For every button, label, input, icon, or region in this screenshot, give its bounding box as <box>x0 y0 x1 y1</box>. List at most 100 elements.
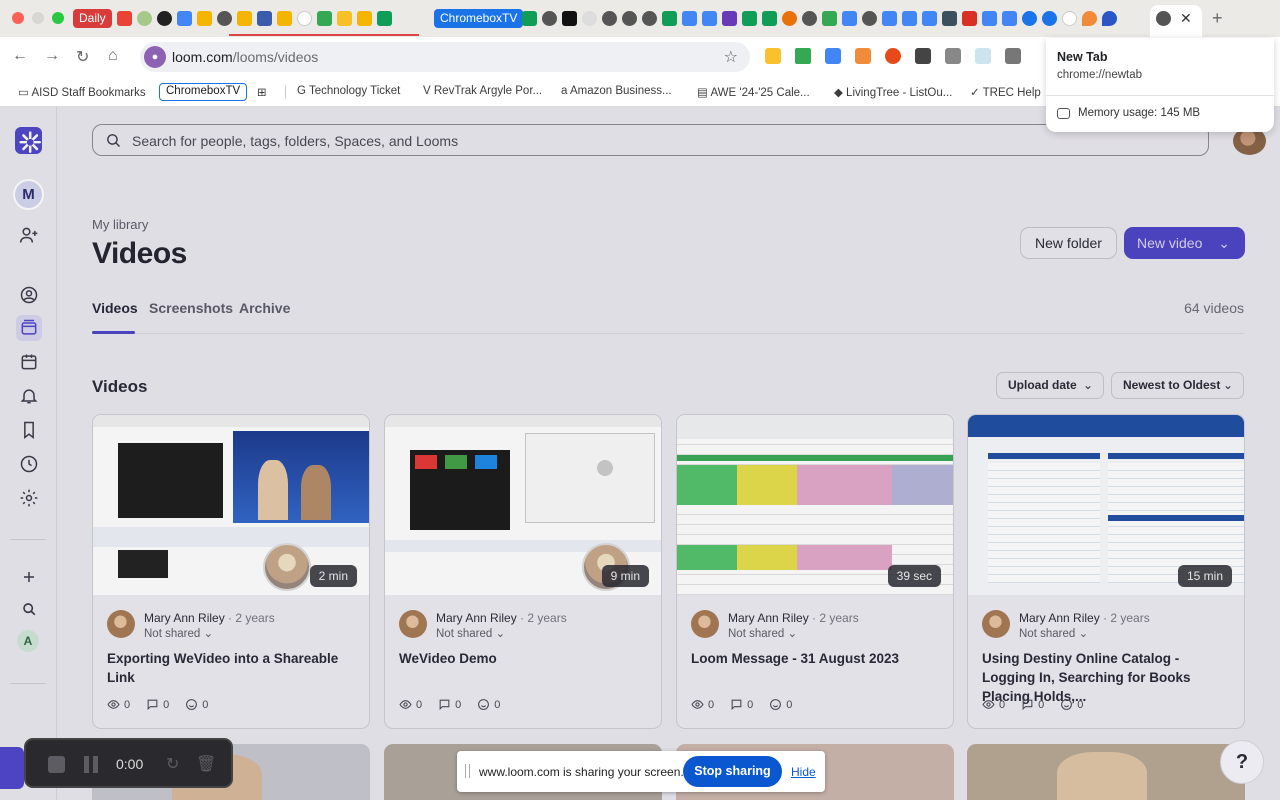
tab-icon[interactable] <box>337 11 352 26</box>
sheets-tab-icon[interactable] <box>742 11 757 26</box>
bookmark-item[interactable]: G Technology Ticket <box>297 85 400 97</box>
extension-icon[interactable] <box>945 48 961 64</box>
tab-icon[interactable] <box>137 11 152 26</box>
tab-icon[interactable] <box>257 11 272 26</box>
video-title[interactable]: Loom Message - 31 August 2023 <box>691 649 943 668</box>
tab-icon[interactable] <box>782 11 797 26</box>
hide-link[interactable]: Hide <box>791 765 816 779</box>
sheets-tab-icon[interactable] <box>522 11 537 26</box>
forms-tab-icon[interactable] <box>722 11 737 26</box>
bookmark-item[interactable]: V RevTrak Argyle Por... <box>423 85 542 97</box>
tab-icon[interactable] <box>217 11 232 26</box>
forward-arrow-icon[interactable]: → <box>44 47 60 65</box>
bookmark-icon[interactable] <box>16 417 42 443</box>
loom-logo[interactable] <box>15 127 42 154</box>
add-icon[interactable] <box>16 564 42 590</box>
tab-icon[interactable] <box>802 11 817 26</box>
search-icon[interactable] <box>16 596 42 622</box>
member-avatar[interactable]: A <box>17 630 39 652</box>
drive-tab-icon[interactable] <box>822 11 837 26</box>
drive-tab-icon[interactable] <box>317 11 332 26</box>
sort-field-dropdown[interactable]: Upload date ⌄ <box>996 372 1104 399</box>
docs-tab-icon[interactable] <box>702 11 717 26</box>
tab-icon[interactable] <box>542 11 557 26</box>
library-icon[interactable] <box>16 315 42 341</box>
help-button[interactable]: ? <box>1220 740 1264 784</box>
video-card[interactable]: 15 min Mary Ann Riley · 2 years Not shar… <box>967 414 1245 729</box>
docs-tab-icon[interactable] <box>1002 11 1017 26</box>
tab-icon[interactable] <box>622 11 637 26</box>
sheets-tab-icon[interactable] <box>762 11 777 26</box>
new-tab-button[interactable]: + <box>1212 8 1223 29</box>
tab-screenshots[interactable]: Screenshots <box>149 300 233 316</box>
avatar[interactable] <box>107 610 135 638</box>
share-status-dropdown[interactable]: Not shared ⌄ <box>436 626 505 640</box>
extension-icon[interactable] <box>765 48 781 64</box>
back-arrow-icon[interactable]: ← <box>12 47 28 65</box>
new-video-button[interactable]: New video ⌄ <box>1124 227 1245 259</box>
extension-icon[interactable] <box>855 48 871 64</box>
extension-icon[interactable] <box>1005 48 1021 64</box>
tab-icon[interactable] <box>1022 11 1037 26</box>
gear-icon[interactable] <box>16 485 42 511</box>
history-icon[interactable] <box>16 451 42 477</box>
bookmark-item[interactable]: ✓ TREC Help <box>970 85 1041 99</box>
trash-icon[interactable]: 🗑 <box>196 754 216 774</box>
tab-icon[interactable] <box>562 11 577 26</box>
bookmark-item[interactable]: ▤ AWE '24-'25 Cale... <box>697 85 810 99</box>
home-icon[interactable]: ⌂ <box>108 47 118 65</box>
bookmark-star-icon[interactable]: ☆ <box>724 47 738 67</box>
avatar[interactable] <box>691 610 719 638</box>
tab-archive[interactable]: Archive <box>239 300 290 316</box>
tab-group-chromeboxtv[interactable]: ChromeboxTV <box>434 9 524 28</box>
bookmark-item[interactable]: ◆ LivingTree - ListOu... <box>834 85 952 99</box>
slides-tab-icon[interactable] <box>237 11 252 26</box>
close-tab-icon[interactable]: ✕ <box>1180 10 1192 27</box>
share-status-dropdown[interactable]: Not shared ⌄ <box>144 626 213 640</box>
new-folder-button[interactable]: New folder <box>1020 227 1117 259</box>
pause-icon[interactable] <box>84 756 98 773</box>
slides-tab-icon[interactable] <box>277 11 292 26</box>
docs-tab-icon[interactable] <box>882 11 897 26</box>
stop-recording-button[interactable] <box>48 756 65 773</box>
bookmark-chromeboxtv[interactable]: ChromeboxTV <box>159 83 248 101</box>
site-info-icon[interactable]: ● <box>144 46 166 68</box>
breadcrumb[interactable]: My library <box>92 217 148 232</box>
tab-icon[interactable] <box>157 11 172 26</box>
sheets-tab-icon[interactable] <box>377 11 392 26</box>
avatar[interactable] <box>982 610 1010 638</box>
video-thumbnail[interactable] <box>967 744 1245 800</box>
loom-tab-icon[interactable] <box>1156 11 1171 26</box>
reload-icon[interactable]: ↻ <box>76 47 89 67</box>
extension-icon[interactable] <box>975 48 991 64</box>
video-card[interactable]: 2 min Mary Ann Riley · 2 years Not share… <box>92 414 370 729</box>
bookmark-folder[interactable]: ▭ AISD Staff Bookmarks <box>18 85 146 99</box>
tab-icon[interactable] <box>1082 11 1097 26</box>
docs-tab-icon[interactable] <box>922 11 937 26</box>
bell-icon[interactable] <box>16 383 42 409</box>
share-status-dropdown[interactable]: Not shared ⌄ <box>728 626 797 640</box>
recorder-handle[interactable] <box>0 747 24 789</box>
minimize-window-button[interactable] <box>32 12 44 24</box>
tab-icon[interactable] <box>1102 11 1117 26</box>
google-tab-icon[interactable] <box>297 11 312 26</box>
slides-tab-icon[interactable] <box>357 11 372 26</box>
google-tab-icon[interactable] <box>1062 11 1077 26</box>
video-title[interactable]: WeVideo Demo <box>399 649 651 668</box>
profile-icon[interactable] <box>16 282 42 308</box>
sheets-tab-icon[interactable] <box>662 11 677 26</box>
video-card[interactable]: 9 min Mary Ann Riley · 2 years Not share… <box>384 414 662 729</box>
docs-tab-icon[interactable] <box>682 11 697 26</box>
tab-group-daily[interactable]: Daily <box>73 9 112 28</box>
extension-icon[interactable] <box>825 48 841 64</box>
restart-icon[interactable]: ↻ <box>166 754 179 774</box>
tab-icon[interactable] <box>582 11 597 26</box>
drive-extension-icon[interactable] <box>795 48 811 64</box>
stop-sharing-button[interactable]: Stop sharing <box>683 756 782 787</box>
docs-tab-icon[interactable] <box>982 11 997 26</box>
qr-code-icon[interactable] <box>915 48 931 64</box>
invite-user-icon[interactable] <box>16 222 42 248</box>
avatar[interactable] <box>399 610 427 638</box>
slides-tab-icon[interactable] <box>197 11 212 26</box>
tab-icon[interactable] <box>942 11 957 26</box>
